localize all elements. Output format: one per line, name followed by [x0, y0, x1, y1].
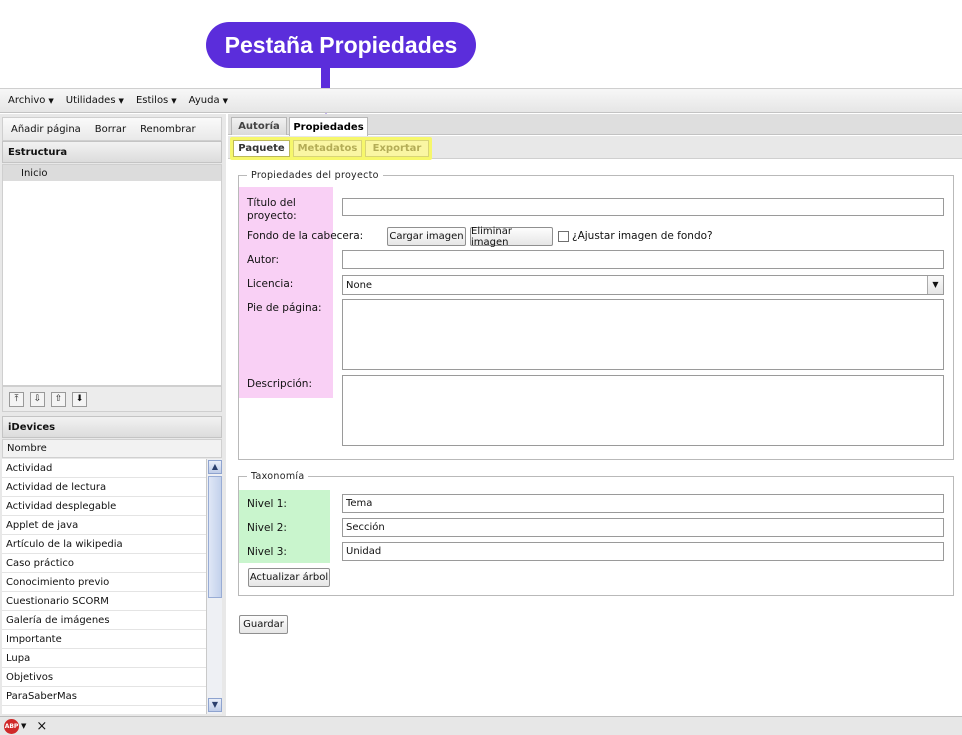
move-toolbar: ⤒ ⇩ ⇧ ⬇	[2, 386, 222, 412]
add-page-button[interactable]: Añadir página	[11, 124, 81, 135]
idevice-item[interactable]: Galería de imágenes	[2, 611, 206, 630]
level3-label: Nivel 3:	[247, 546, 287, 558]
scroll-down-icon[interactable]: ▼	[208, 698, 222, 712]
description-label: Descripción:	[247, 378, 312, 390]
idevices-scrollbar[interactable]: ▲ ▼	[206, 459, 222, 714]
menu-estilos[interactable]: Estilos ▼	[136, 95, 177, 106]
menu-estilos-label: Estilos	[135, 95, 169, 106]
structure-tree: Inicio	[2, 164, 222, 386]
taxonomy-legend: Taxonomía	[251, 471, 305, 482]
footer-textarea[interactable]	[342, 299, 944, 370]
menu-archivo[interactable]: Archivo ▼	[8, 95, 54, 106]
callout-label: Pestaña Propiedades	[206, 22, 476, 68]
delete-page-button[interactable]: Borrar	[95, 124, 126, 135]
idevice-item[interactable]: Conocimiento previo	[2, 573, 206, 592]
left-panel: Añadir página Borrar Renombrar Estructur…	[0, 114, 226, 716]
adjust-background-checkbox[interactable]	[558, 231, 569, 242]
subtab-metadatos[interactable]: Metadatos	[293, 140, 362, 157]
chevron-down-icon[interactable]: ▼	[927, 276, 943, 294]
move-top-icon[interactable]: ⤒	[9, 391, 24, 407]
menu-ayuda-label: Ayuda	[188, 95, 220, 106]
structure-header: Estructura	[2, 141, 222, 163]
load-image-button[interactable]: Cargar imagen	[387, 227, 466, 246]
close-icon[interactable]: ×	[36, 719, 47, 734]
level1-label: Nivel 1:	[247, 498, 287, 510]
menu-ayuda[interactable]: Ayuda ▼	[189, 95, 228, 106]
chevron-down-icon[interactable]: ▼	[21, 722, 26, 730]
scroll-up-icon[interactable]: ▲	[208, 460, 222, 474]
license-value: None	[346, 279, 373, 291]
remove-image-button[interactable]: Eliminar imagen	[470, 226, 553, 248]
update-tree-button[interactable]: Actualizar árbol	[248, 568, 330, 587]
idevice-item[interactable]: ParaSaberMas	[2, 687, 206, 706]
idevice-item[interactable]: Importante	[2, 630, 206, 649]
idevice-item[interactable]: Cuestionario SCORM	[2, 592, 206, 611]
tree-item-inicio[interactable]: Inicio	[3, 165, 221, 181]
license-select[interactable]: None ▼	[342, 275, 944, 295]
idevice-item[interactable]: Objetivos	[2, 668, 206, 687]
idevice-item[interactable]: Actividad desplegable	[2, 497, 206, 516]
idevice-item[interactable]: Artículo de la wikipedia	[2, 535, 206, 554]
move-bottom-icon[interactable]: ⬇	[72, 391, 87, 407]
caret-down-icon: ▼	[222, 97, 228, 105]
properties-subtabs: Paquete Metadatos Exportar	[228, 136, 962, 160]
title-input[interactable]	[342, 198, 944, 216]
rename-page-button[interactable]: Renombrar	[140, 124, 196, 135]
level1-input[interactable]: Tema	[342, 494, 944, 513]
tab-autoria[interactable]: Autoría	[231, 117, 287, 135]
idevice-item[interactable]: Actividad	[2, 459, 206, 478]
caret-down-icon: ▼	[48, 97, 54, 105]
level2-input[interactable]: Sección	[342, 518, 944, 537]
header-background-label: Fondo de la cabecera:	[247, 230, 364, 242]
idevice-item[interactable]: Caso práctico	[2, 554, 206, 573]
move-up-icon[interactable]: ⇧	[51, 391, 66, 407]
menu-utilidades[interactable]: Utilidades ▼	[66, 95, 124, 106]
author-label: Autor:	[247, 254, 280, 266]
idevices-header: iDevices	[2, 416, 222, 438]
subtab-exportar[interactable]: Exportar	[365, 140, 429, 157]
idevices-column-header[interactable]: Nombre	[2, 439, 222, 458]
page-toolbar: Añadir página Borrar Renombrar	[2, 117, 222, 141]
save-button[interactable]: Guardar	[239, 615, 288, 634]
menu-utilidades-label: Utilidades	[65, 95, 116, 106]
level2-label: Nivel 2:	[247, 522, 287, 534]
menu-archivo-label: Archivo	[8, 95, 46, 106]
title-label-line2: proyecto:	[247, 210, 297, 222]
subtab-paquete[interactable]: Paquete	[233, 140, 290, 157]
author-input[interactable]	[342, 250, 944, 269]
idevice-item[interactable]: Actividad de lectura	[2, 478, 206, 497]
scroll-thumb[interactable]	[208, 476, 222, 598]
caret-down-icon: ▼	[118, 97, 124, 105]
level3-input[interactable]: Unidad	[342, 542, 944, 561]
description-textarea[interactable]	[342, 375, 944, 446]
main-tabs: Autoría Propiedades	[228, 114, 962, 136]
menu-bar: Archivo ▼ Utilidades ▼ Estilos ▼ Ayuda ▼	[0, 88, 962, 113]
adblock-icon[interactable]: ABP	[4, 718, 19, 734]
project-properties-legend: Propiedades del proyecto	[251, 170, 379, 181]
idevice-item[interactable]: Applet de java	[2, 516, 206, 535]
footer-label: Pie de página:	[247, 302, 322, 314]
license-label: Licencia:	[247, 278, 294, 290]
move-down-icon[interactable]: ⇩	[30, 391, 45, 407]
status-bar: ABP ▼ ×	[0, 716, 962, 735]
idevices-list: Actividad Actividad de lectura Actividad…	[2, 459, 206, 714]
adjust-background-label: ¿Ajustar imagen de fondo?	[572, 230, 713, 242]
package-properties-panel: Propiedades del proyecto Título del proy…	[228, 160, 962, 716]
tab-propiedades[interactable]: Propiedades	[289, 117, 368, 136]
idevice-item[interactable]: Lupa	[2, 649, 206, 668]
caret-down-icon: ▼	[171, 97, 177, 105]
title-label-line1: Título del	[247, 197, 296, 209]
